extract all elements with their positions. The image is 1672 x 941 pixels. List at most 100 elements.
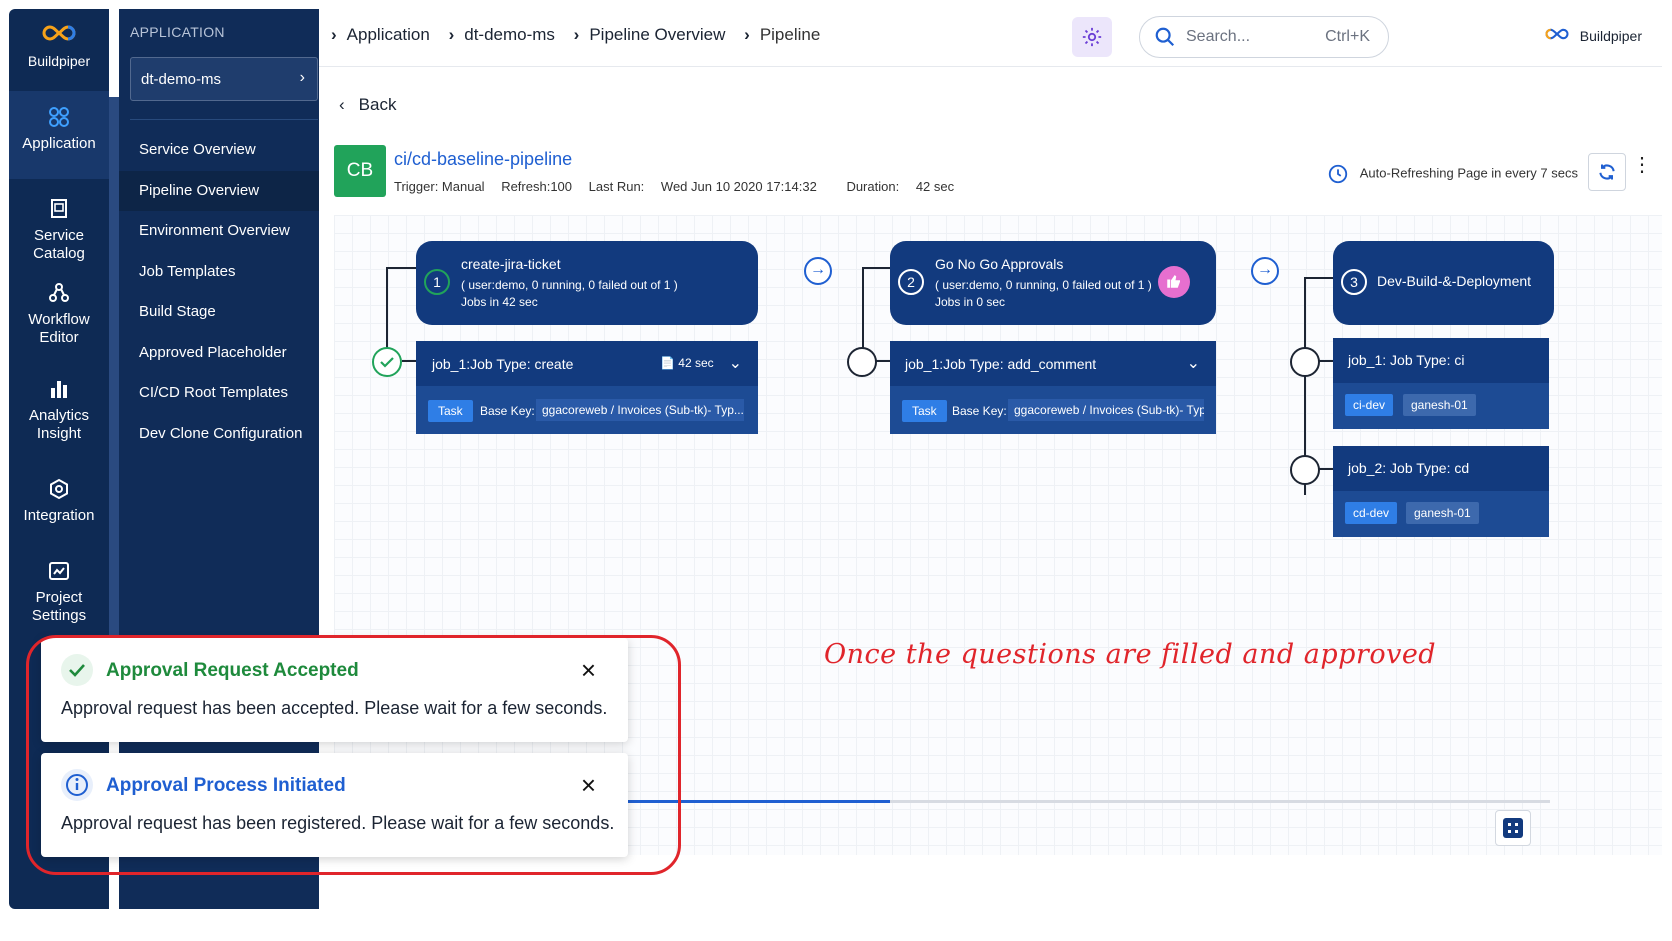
more-options-icon[interactable]: ⋮ — [1632, 155, 1652, 175]
stage-2-job-title: job_1:Job Type: add_comment — [905, 356, 1097, 372]
sidebar-item-build-stage[interactable]: Build Stage — [119, 292, 319, 333]
rail-brand[interactable]: Buildpiper — [9, 9, 109, 81]
stage2-job-status-node — [847, 347, 877, 377]
stage-2-number: 2 — [898, 269, 924, 295]
rail-label-service-catalog: Service Catalog — [33, 227, 85, 262]
stage-1-job-time-value: 42 sec — [678, 356, 714, 370]
header-brand: Buildpiper — [1542, 27, 1642, 44]
stage-2-job-details: Task Base Key: ggacoreweb / Invoices (Su… — [890, 386, 1216, 434]
app-select-dropdown[interactable]: dt-demo-ms › — [130, 57, 318, 101]
fit-view-icon — [1503, 818, 1523, 838]
stage-3-job-2-user-chip: ganesh-01 — [1406, 502, 1479, 524]
stage-3-job-2-card[interactable]: job_2: Job Type: cd cd-dev ganesh-01 — [1333, 446, 1549, 537]
stage3-job2-status-node — [1290, 455, 1320, 485]
stage-3-job-1-env-chip: ci-dev — [1345, 394, 1394, 416]
stage-3-name: Dev-Build-&-Deployment — [1377, 273, 1532, 289]
sidebar-item-approved-placeholder[interactable]: Approved Placeholder — [119, 333, 319, 374]
stage3-connector-top — [1304, 277, 1334, 279]
rail-label-analytics-insight: Analytics Insight — [28, 407, 90, 442]
chevron-down-icon[interactable]: ⌄ — [1187, 353, 1200, 373]
sidebar-item-pipeline-overview[interactable]: Pipeline Overview — [119, 170, 319, 211]
sidebar-item-service-overview[interactable]: Service Overview — [119, 130, 319, 171]
sidebar-divider — [130, 119, 318, 120]
stage-3-number: 3 — [1341, 269, 1367, 295]
duration-label: Duration: — [846, 179, 900, 194]
rail-brand-name: Buildpiper — [27, 53, 91, 69]
rail-scroll-stripe — [109, 97, 119, 677]
approval-thumbs-up-icon[interactable] — [1158, 266, 1190, 298]
top-bar: › Application › dt-demo-ms › Pipeline Overv… — [319, 9, 1662, 67]
pipeline-meta: Trigger: Manual Refresh:100 Last Run: We… — [394, 179, 980, 194]
stage-1-task-tag: Task — [428, 400, 473, 422]
pipeline-badge: CB — [334, 145, 386, 197]
chevron-right-icon: › — [299, 69, 305, 86]
stage-1-jobs-time: Jobs in 42 sec — [461, 295, 538, 309]
fit-view-button[interactable] — [1495, 810, 1531, 846]
pipeline-last-run: Last Run: Wed Jun 10 2020 17:14:32 — [589, 179, 830, 194]
buildpiper-logo-icon — [1542, 28, 1572, 44]
rail-item-service-catalog[interactable]: Service Catalog — [9, 179, 109, 271]
chevron-right-icon: › — [573, 25, 580, 44]
refresh-button[interactable] — [1588, 153, 1626, 191]
bar-chart-icon — [51, 381, 67, 398]
stage-arrow-2-icon: → — [1251, 257, 1279, 285]
document-icon: 📄 — [660, 356, 675, 370]
sidebar-item-environment-overview[interactable]: Environment Overview — [119, 211, 319, 252]
rail-item-analytics-insight[interactable]: Analytics Insight — [9, 363, 109, 463]
rail-item-application[interactable]: Application — [9, 91, 109, 179]
breadcrumb-pipeline-overview[interactable]: Pipeline Overview — [589, 25, 725, 44]
sidebar-item-dev-clone-configuration[interactable]: Dev Clone Configuration — [119, 414, 319, 455]
stage-arrow-1-icon: → — [804, 257, 832, 285]
handwritten-annotation: Once the questions are filled and approv… — [824, 639, 1437, 670]
stage2-connector-top — [862, 267, 892, 269]
app-window: Buildpiper Application Service Catalog W… — [9, 9, 1662, 909]
stage-3-job-1-card[interactable]: job_1: Job Type: ci ci-dev ganesh-01 — [1333, 338, 1549, 429]
stage-2-job-card[interactable]: job_1:Job Type: add_comment ⌄ Task Base … — [890, 341, 1216, 434]
sidebar-header: APPLICATION — [130, 24, 225, 40]
sidebar-item-job-templates[interactable]: Job Templates — [119, 252, 319, 293]
search-icon — [1155, 27, 1175, 47]
pipeline-duration: Duration: 42 sec — [846, 179, 967, 194]
stage-1-job-time: 📄 42 sec — [660, 356, 714, 370]
pipeline-trigger: Trigger: Manual — [394, 179, 485, 194]
last-run-value: Wed Jun 10 2020 17:14:32 — [660, 179, 817, 194]
breadcrumb-pipeline: Pipeline — [759, 25, 821, 44]
rail-item-project-settings[interactable]: Project Settings — [9, 543, 109, 633]
stage1-connector-top — [386, 267, 418, 269]
chevron-down-icon[interactable]: ⌄ — [729, 353, 742, 373]
settings-button[interactable] — [1072, 17, 1112, 57]
breadcrumb-application[interactable]: Application — [347, 25, 430, 44]
stage-card-2[interactable]: 2 Go No Go Approvals ( user:demo, 0 runn… — [890, 241, 1216, 325]
chevron-right-icon: › — [331, 25, 337, 44]
last-run-label: Last Run: — [588, 179, 645, 194]
clock-icon — [1328, 164, 1348, 184]
stage-2-summary: ( user:demo, 0 running, 0 failed out of … — [935, 278, 1152, 292]
stage-1-base-key-value: ggacoreweb / Invoices (Sub-tk)- Typ... — [536, 399, 744, 421]
stage-3-job-2-title: job_2: Job Type: cd — [1348, 460, 1470, 476]
auto-refresh-status: Auto-Refreshing Page in every 7 secs — [1327, 163, 1578, 185]
sidebar-item-cicd-root-templates[interactable]: CI/CD Root Templates — [119, 373, 319, 414]
rail-label-application: Application — [22, 135, 96, 152]
settings-icon — [49, 562, 69, 580]
stage-1-number: 1 — [424, 269, 450, 295]
check-icon — [380, 357, 394, 368]
rail-item-integration[interactable]: Integration — [9, 463, 109, 543]
workflow-icon — [49, 283, 69, 302]
stage-1-name: create-jira-ticket — [461, 256, 561, 272]
annotation-highlight-outline — [26, 635, 681, 875]
search-input[interactable]: Search... Ctrl+K — [1139, 16, 1389, 58]
back-button[interactable]: ‹ Back — [339, 95, 396, 115]
stage-1-base-key-label: Base Key: — [480, 404, 535, 418]
stage-card-3[interactable]: 3 Dev-Build-&-Deployment — [1333, 241, 1554, 325]
stage-1-job-card[interactable]: job_1:Job Type: create 📄 42 sec ⌄ Task B… — [416, 341, 758, 434]
chevron-right-icon: › — [448, 25, 455, 44]
stage-card-1[interactable]: 1 create-jira-ticket ( user:demo, 0 runn… — [416, 241, 758, 325]
rail-item-workflow-editor[interactable]: Workflow Editor — [9, 271, 109, 363]
buildpiper-logo-icon — [9, 23, 109, 49]
stage-3-job-2-env-chip: cd-dev — [1345, 502, 1398, 524]
breadcrumb-app-name[interactable]: dt-demo-ms — [464, 25, 555, 44]
pipeline-title[interactable]: ci/cd-baseline-pipeline — [394, 149, 572, 170]
chevron-left-icon: ‹ — [339, 95, 345, 114]
stage-3-job-1-title: job_1: Job Type: ci — [1348, 352, 1465, 368]
rail-label-integration: Integration — [23, 507, 95, 524]
